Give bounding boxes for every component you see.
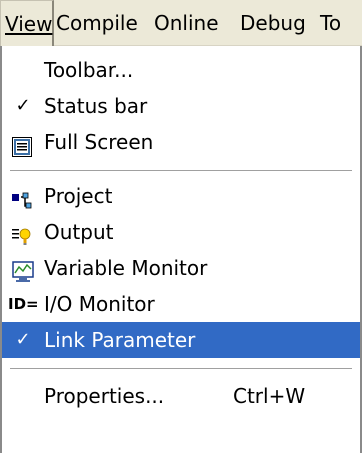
- menu-item-variable-monitor[interactable]: Variable Monitor: [2, 250, 360, 286]
- project-icon: [12, 186, 32, 209]
- link-parameter-label: Link Parameter: [44, 328, 196, 352]
- menu-view[interactable]: View: [0, 0, 54, 46]
- menu-debug[interactable]: Debug: [240, 0, 306, 46]
- checkmark-icon: ✓: [15, 95, 31, 116]
- variable-monitor-label: Variable Monitor: [44, 256, 208, 280]
- menu-separator: [10, 368, 352, 370]
- properties-label: Properties...: [44, 384, 165, 408]
- menu-item-status-bar[interactable]: ✓ Status bar: [2, 88, 360, 124]
- menu-tools[interactable]: To: [320, 0, 341, 46]
- menu-tools-label: To: [320, 11, 342, 35]
- menu-item-toolbar[interactable]: Toolbar...: [2, 52, 360, 88]
- full-screen-icon: [12, 132, 32, 157]
- view-dropdown-menu: Toolbar... ✓ Status bar Full Screen Proj…: [0, 46, 362, 453]
- menu-bar: View Compile Online Debug To: [0, 0, 362, 46]
- output-label: Output: [44, 220, 114, 244]
- properties-shortcut: Ctrl+W: [233, 384, 306, 408]
- variable-monitor-icon: [12, 258, 34, 282]
- menu-item-properties[interactable]: Properties... Ctrl+W: [2, 378, 360, 414]
- menu-item-output[interactable]: Output: [2, 214, 360, 250]
- menu-compile[interactable]: Compile: [56, 0, 138, 46]
- menu-item-full-screen[interactable]: Full Screen: [2, 124, 360, 160]
- menu-item-io-monitor[interactable]: ID= I/O Monitor: [2, 286, 360, 322]
- io-monitor-label: I/O Monitor: [44, 292, 155, 316]
- menu-online[interactable]: Online: [154, 0, 219, 46]
- full-screen-label: Full Screen: [44, 130, 154, 154]
- menu-item-link-parameter[interactable]: ✓ Link Parameter: [2, 322, 360, 358]
- toolbar-label: Toolbar...: [44, 58, 134, 82]
- menu-item-project[interactable]: Project: [2, 178, 360, 214]
- project-label: Project: [44, 184, 113, 208]
- io-monitor-icon: ID=: [8, 295, 39, 313]
- menu-view-label: View: [5, 12, 53, 36]
- status-bar-label: Status bar: [44, 94, 148, 118]
- menu-separator: [10, 170, 352, 172]
- menu-debug-label: Debug: [240, 11, 306, 35]
- menu-compile-label: Compile: [56, 11, 138, 35]
- checkmark-icon: ✓: [15, 329, 31, 350]
- menu-online-label: Online: [154, 11, 219, 35]
- output-icon: [12, 222, 32, 245]
